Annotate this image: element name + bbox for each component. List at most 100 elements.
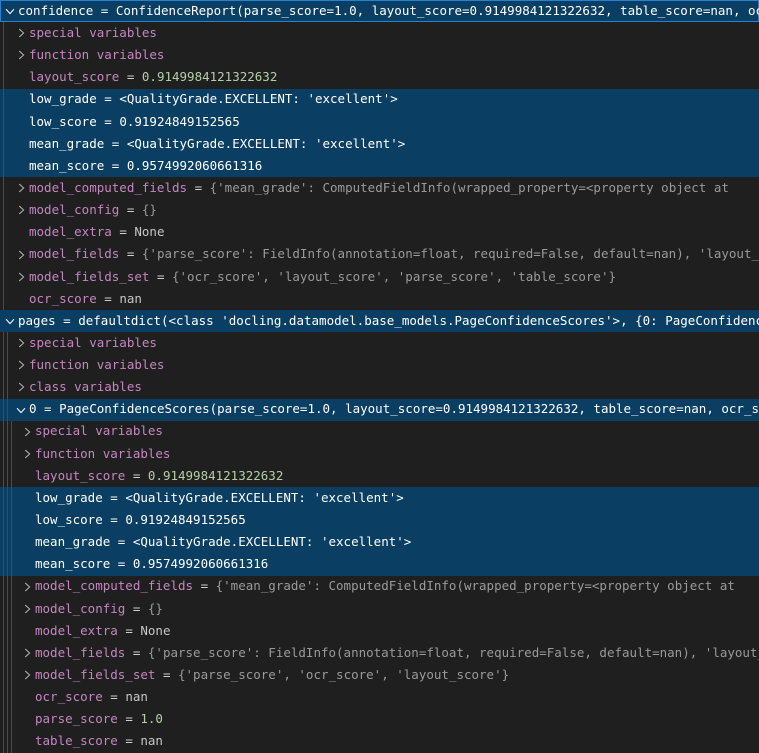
variable-row[interactable]: model_config = {} bbox=[0, 598, 759, 620]
variable-name: ocr_score bbox=[35, 691, 103, 704]
variable-value: {'mean_grade': ComputedFieldInfo(wrapped… bbox=[210, 182, 737, 195]
indent-guide-line bbox=[7, 576, 8, 598]
variable-name: low_score bbox=[29, 116, 97, 129]
variable-row[interactable]: function variables bbox=[0, 44, 759, 66]
variable-row[interactable]: layout_score = 0.9149984121322632 bbox=[0, 465, 759, 487]
chevron-right-icon[interactable] bbox=[14, 248, 29, 262]
variable-row[interactable]: ocr_score = nan bbox=[0, 686, 759, 708]
equals-sign: = bbox=[119, 248, 142, 261]
chevron-right-icon[interactable] bbox=[14, 358, 29, 372]
chevron-right-icon[interactable] bbox=[20, 646, 35, 660]
indent-guide-line bbox=[11, 576, 12, 598]
variable-row[interactable]: special variables bbox=[0, 332, 759, 354]
variable-row[interactable]: model_extra = None bbox=[0, 620, 759, 642]
variable-name: model_fields bbox=[29, 248, 119, 261]
variable-row[interactable]: mean_score = 0.9574992060661316 bbox=[0, 155, 759, 177]
variable-row[interactable]: low_grade = <QualityGrade.EXCELLENT: 'ex… bbox=[0, 487, 759, 509]
chevron-right-icon[interactable] bbox=[14, 26, 29, 40]
variable-row[interactable]: table_score = nan bbox=[0, 731, 759, 753]
variable-row[interactable]: class variables bbox=[0, 376, 759, 398]
variable-name: 0 bbox=[29, 403, 37, 416]
variable-row[interactable]: function variables bbox=[0, 443, 759, 465]
indent-guide-line bbox=[3, 22, 4, 44]
chevron-right-icon[interactable] bbox=[14, 181, 29, 195]
variable-row[interactable]: model_fields = {'parse_score': FieldInfo… bbox=[0, 642, 759, 664]
indent-guide-line bbox=[3, 531, 4, 553]
indent-guide-line bbox=[3, 642, 4, 664]
variable-value: 1.0 bbox=[140, 713, 163, 726]
indent-guide-line bbox=[3, 576, 4, 598]
variable-name: layout_score bbox=[29, 71, 119, 84]
variable-name: confidence bbox=[18, 5, 93, 18]
indent-guide-line bbox=[3, 686, 4, 708]
chevron-right-icon[interactable] bbox=[20, 447, 35, 461]
indent-guide-line bbox=[11, 509, 12, 531]
variable-row[interactable]: low_grade = <QualityGrade.EXCELLENT: 'ex… bbox=[0, 89, 759, 111]
variable-name: model_config bbox=[29, 204, 119, 217]
variable-value: <QualityGrade.EXCELLENT: 'excellent'> bbox=[127, 138, 405, 151]
variable-value: <QualityGrade.EXCELLENT: 'excellent'> bbox=[133, 536, 411, 549]
variable-row[interactable]: model_fields_set = {'ocr_score', 'layout… bbox=[0, 266, 759, 288]
equals-sign: = bbox=[125, 470, 148, 483]
variable-row[interactable]: low_score = 0.91924849152565 bbox=[0, 111, 759, 133]
chevron-right-icon[interactable] bbox=[20, 668, 35, 682]
variable-row[interactable]: parse_score = 1.0 bbox=[0, 709, 759, 731]
scope-group-label: function variables bbox=[29, 359, 164, 372]
variables-panel: confidence = ConfidenceReport(parse_scor… bbox=[0, 0, 759, 753]
variable-row[interactable]: pages = defaultdict(<class 'docling.data… bbox=[0, 310, 759, 332]
indent-guide-line bbox=[7, 443, 8, 465]
variable-row[interactable]: ocr_score = nan bbox=[0, 288, 759, 310]
variable-row[interactable]: model_fields_set = {'parse_score', 'ocr_… bbox=[0, 664, 759, 686]
variable-row[interactable]: 0 = PageConfidenceScores(parse_score=1.0… bbox=[0, 399, 759, 421]
chevron-right-icon[interactable] bbox=[20, 425, 35, 439]
indent-guide-line bbox=[3, 266, 4, 288]
chevron-down-icon[interactable] bbox=[3, 314, 18, 328]
equals-sign: = bbox=[112, 226, 135, 239]
variable-value: 0.91924849152565 bbox=[119, 116, 239, 129]
chevron-right-icon[interactable] bbox=[20, 602, 35, 616]
variable-row[interactable]: function variables bbox=[0, 354, 759, 376]
scope-group-label: special variables bbox=[35, 425, 163, 438]
indent-guide-line bbox=[3, 598, 4, 620]
indent-guide-line bbox=[11, 554, 12, 576]
variable-name: pages bbox=[18, 315, 56, 328]
variable-name: ocr_score bbox=[29, 293, 97, 306]
variable-row[interactable]: model_computed_fields = {'mean_grade': C… bbox=[0, 177, 759, 199]
variable-value: {} bbox=[142, 204, 157, 217]
variable-value: {'parse_score', 'ocr_score', 'layout_sco… bbox=[178, 669, 509, 682]
chevron-right-icon[interactable] bbox=[14, 380, 29, 394]
variable-row[interactable]: special variables bbox=[0, 22, 759, 44]
variable-name: table_score bbox=[35, 735, 118, 748]
variable-row[interactable]: confidence = ConfidenceReport(parse_scor… bbox=[0, 0, 759, 22]
chevron-right-icon[interactable] bbox=[14, 48, 29, 62]
indent-guide-line bbox=[11, 487, 12, 509]
chevron-right-icon[interactable] bbox=[14, 203, 29, 217]
variable-row[interactable]: special variables bbox=[0, 421, 759, 443]
variable-row[interactable]: mean_score = 0.9574992060661316 bbox=[0, 554, 759, 576]
indent-guide-line bbox=[3, 44, 4, 66]
variable-row[interactable]: low_score = 0.91924849152565 bbox=[0, 509, 759, 531]
variable-row[interactable]: layout_score = 0.9149984121322632 bbox=[0, 66, 759, 88]
indent-guide-line bbox=[3, 509, 4, 531]
variable-row[interactable]: model_computed_fields = {'mean_grade': C… bbox=[0, 576, 759, 598]
variable-value: {'parse_score': FieldInfo(annotation=flo… bbox=[142, 248, 759, 261]
indent-guide-line bbox=[3, 155, 4, 177]
chevron-down-icon[interactable] bbox=[3, 4, 18, 18]
chevron-right-icon[interactable] bbox=[20, 580, 35, 594]
variable-value: {'parse_score': FieldInfo(annotation=flo… bbox=[148, 647, 759, 660]
indent-guide-line bbox=[11, 443, 12, 465]
variable-row[interactable]: model_fields = {'parse_score': FieldInfo… bbox=[0, 244, 759, 266]
indent-guide-line bbox=[7, 598, 8, 620]
variable-name: model_fields_set bbox=[35, 669, 155, 682]
variable-row[interactable]: model_extra = None bbox=[0, 221, 759, 243]
variable-row[interactable]: mean_grade = <QualityGrade.EXCELLENT: 'e… bbox=[0, 531, 759, 553]
indent-guide-line bbox=[3, 664, 4, 686]
chevron-right-icon[interactable] bbox=[14, 336, 29, 350]
chevron-right-icon[interactable] bbox=[14, 270, 29, 284]
variable-row[interactable]: model_config = {} bbox=[0, 199, 759, 221]
indent-guide-line bbox=[3, 421, 4, 443]
equals-sign: = bbox=[119, 71, 142, 84]
variable-row[interactable]: mean_grade = <QualityGrade.EXCELLENT: 'e… bbox=[0, 133, 759, 155]
chevron-down-icon[interactable] bbox=[14, 403, 29, 417]
indent-guide-line bbox=[3, 288, 4, 310]
